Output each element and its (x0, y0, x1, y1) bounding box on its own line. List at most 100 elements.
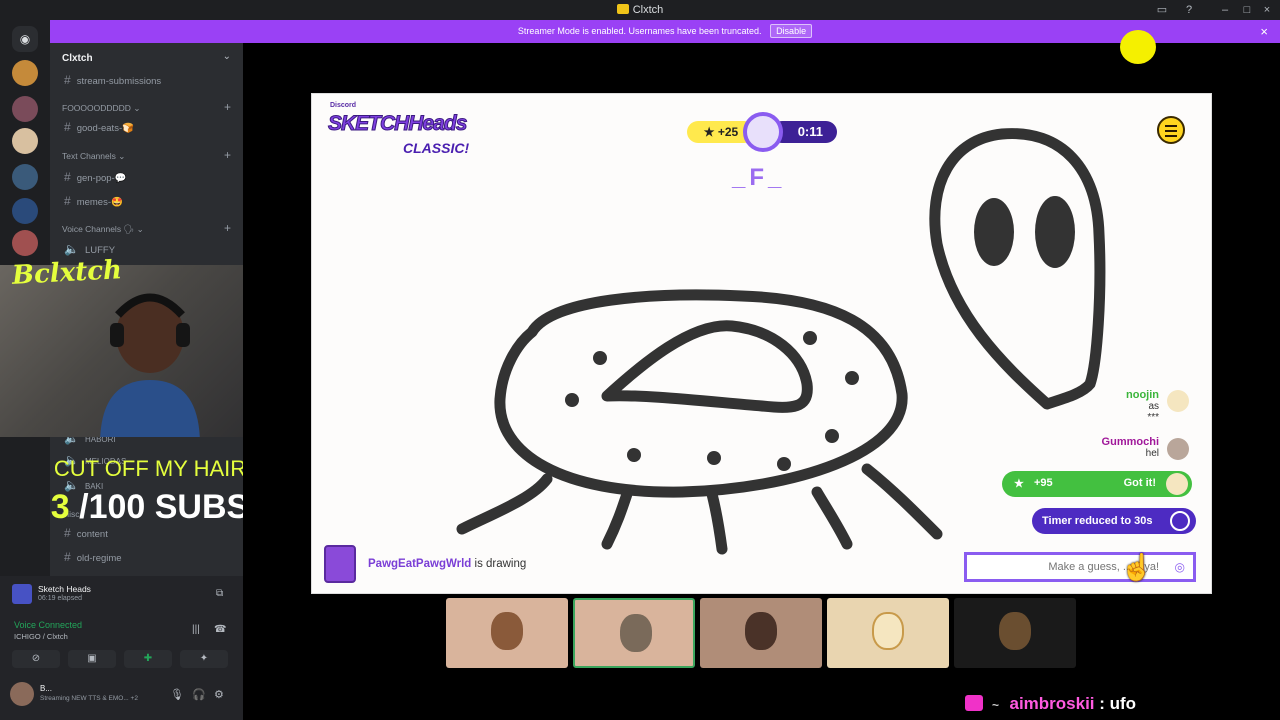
avatar (491, 612, 523, 650)
user-panel[interactable]: B... Streaming NEW TTS & EMO... +2 🎙 🎧 ⚙ (10, 682, 235, 708)
camera-off-button[interactable]: ⊘ (12, 650, 60, 668)
help-icon[interactable]: ? (1182, 3, 1196, 17)
app-logo-icon (616, 4, 629, 14)
close-banner-icon[interactable]: × (1260, 20, 1268, 43)
user-status-extra: +2 (130, 695, 138, 702)
category-label: FOOOOODDDDD (62, 103, 131, 113)
server-icon-folder[interactable] (12, 164, 38, 190)
close-window-icon[interactable]: × (1260, 3, 1274, 17)
stream-chat-text: : ufo (1094, 694, 1137, 713)
timer-reduced-text: Timer reduced to 30s (1042, 515, 1153, 527)
add-channel-icon[interactable]: + (224, 221, 231, 235)
user-status: Streaming NEW TTS & EMO... +2 (40, 695, 138, 702)
maximize-icon[interactable]: □ (1240, 3, 1254, 17)
speaker-icon: 🔈 (64, 242, 79, 256)
voice-status[interactable]: Voice Connected (14, 620, 82, 630)
discord-home-icon[interactable]: ◉ (12, 26, 38, 52)
server-icon[interactable] (12, 128, 38, 154)
server-icon[interactable] (12, 230, 38, 256)
guess-input[interactable] (967, 555, 1193, 579)
activity-title: Sketch Heads (38, 584, 91, 594)
participant-tile[interactable] (954, 598, 1076, 668)
channel-label: good-eats-🍞 (76, 123, 134, 134)
sub-goal-count: 3 (50, 488, 70, 526)
avatar (872, 612, 904, 650)
minimize-icon[interactable]: – (1218, 3, 1232, 17)
channel-old-regime[interactable]: # old-regime (64, 550, 122, 564)
stream-chat-author: aimbroskii (1009, 694, 1095, 713)
guess-box[interactable]: ◎ ☝ (964, 552, 1196, 582)
chat-message: noojin as *** (1126, 389, 1159, 423)
channel-label: gen-pop-💬 (76, 173, 127, 184)
streamer-signature: Bclxtch (11, 255, 123, 291)
server-icon-clxtch[interactable] (12, 60, 38, 86)
hash-icon: # (64, 550, 71, 564)
popout-icon[interactable]: ⧉ (216, 588, 223, 599)
chat-line: as (1148, 401, 1159, 412)
microphone-icon[interactable]: 🎙 (170, 688, 184, 701)
headphones-icon[interactable]: 🎧 (192, 688, 206, 701)
channel-label: content (76, 529, 108, 540)
participant-tile[interactable] (573, 598, 695, 668)
soundboard-button[interactable]: ✦ (180, 650, 228, 668)
activity-elapsed: 06:19 elapsed (38, 595, 82, 602)
category-text-channels[interactable]: Text Channels ⌄ (62, 151, 125, 162)
server-icon[interactable] (12, 96, 38, 122)
activity-button[interactable]: ✚ (124, 650, 172, 668)
participant-tile[interactable] (827, 598, 949, 668)
soundboard-icon: ✦ (199, 653, 209, 664)
screen-share-button[interactable]: ▣ (68, 650, 116, 668)
gamepad-icon: ✚ (143, 653, 153, 664)
hash-icon: # (64, 120, 71, 134)
chat-line: hel (1145, 448, 1159, 459)
add-channel-icon[interactable]: + (224, 100, 231, 114)
channel-gen-pop[interactable]: # gen-pop-💬 (64, 170, 127, 184)
badge-icon: ~ (991, 698, 999, 712)
chat-message: Gummochi hel (1102, 436, 1159, 459)
sketch-heads-icon (12, 584, 32, 604)
channel-content[interactable]: # content (64, 526, 108, 540)
window-titlebar: Clxtch ▭ ? – □ × (0, 0, 1280, 20)
avatar (1167, 438, 1189, 460)
streamer-figure (100, 293, 200, 437)
channel-label: memes-🤩 (76, 197, 123, 208)
send-guess-icon[interactable]: ◎ (1175, 560, 1185, 574)
voice-channel-path[interactable]: ICHIGO / Clxtch (14, 632, 68, 641)
sub-goal-target: /100 SUBS (69, 488, 250, 526)
category-fooo[interactable]: FOOOOODDDDD ⌄ (62, 103, 140, 114)
server-icon-folder[interactable] (12, 198, 38, 224)
channel-label: old-regime (76, 553, 122, 564)
avatar (1167, 390, 1189, 412)
participant-tile[interactable] (446, 598, 568, 668)
add-channel-icon[interactable]: + (224, 148, 231, 162)
clock-icon (1170, 511, 1190, 531)
username: B... (40, 684, 53, 693)
drawer-status: PawgEatPawgWrld is drawing (324, 545, 624, 585)
chevron-down-icon[interactable]: ⌄ (223, 51, 231, 62)
channel-good-eats[interactable]: # good-eats-🍞 (64, 120, 134, 134)
participant-tile[interactable] (700, 598, 822, 668)
disable-streamer-mode-button[interactable]: Disable (770, 24, 813, 38)
gear-icon[interactable]: ⚙ (214, 688, 224, 701)
category-voice-channels[interactable]: Voice Channels 🗣 ⌄ (62, 224, 144, 235)
disconnect-icon[interactable]: ☎ (214, 624, 226, 635)
star-icon: ★ (1014, 478, 1024, 490)
inbox-icon[interactable]: ▭ (1155, 3, 1169, 17)
chat-author: Gummochi (1101, 436, 1159, 448)
avatar (1166, 473, 1188, 495)
server-name[interactable]: Clxtch (62, 53, 93, 64)
voice-channel-luffy[interactable]: 🔈 LUFFY (64, 242, 115, 256)
twitter-bird-icon (1120, 30, 1156, 64)
pencil-icon (324, 545, 356, 583)
channel-memes[interactable]: # memes-🤩 (64, 194, 123, 208)
noise-suppression-icon[interactable]: ||| (192, 624, 200, 635)
channel-label: LUFFY (84, 245, 116, 256)
voice-panel: Sketch Heads 06:19 elapsed ⧉ Voice Conne… (0, 576, 243, 720)
channel-stream-submissions[interactable]: # stream-submissions (64, 73, 161, 87)
got-it-points: +95 (1034, 477, 1053, 489)
avatar[interactable] (10, 682, 34, 706)
streamer-mode-banner: Streamer Mode is enabled. Usernames have… (50, 20, 1280, 43)
heart-badge-icon (965, 695, 983, 711)
window-title: Clxtch (0, 4, 1280, 16)
user-status-text: Streaming NEW TTS & EMO... (40, 695, 129, 702)
